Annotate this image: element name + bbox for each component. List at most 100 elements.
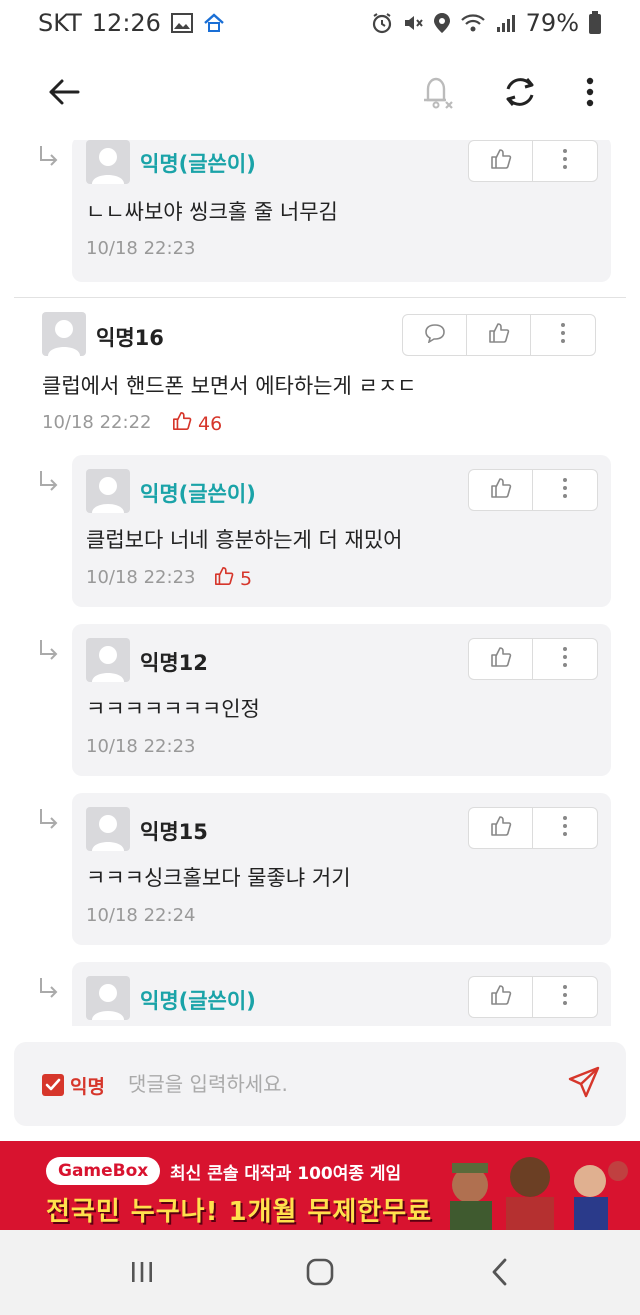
anonymous-checkbox[interactable] [42,1074,64,1096]
divider [14,297,626,298]
like-count-value: 5 [240,567,253,590]
thumbs-up-icon [490,477,512,503]
comment-time: 10/18 22:23 [86,238,196,259]
comment-text: ㄴㄴ싸보야 씽크홀 줄 너무김 [86,200,338,224]
send-button[interactable] [562,1062,606,1106]
comment-actions [468,807,598,849]
comment-actions [402,314,596,356]
home-app-icon [203,12,225,34]
refresh-button[interactable] [498,72,542,116]
like-button[interactable] [469,977,533,1017]
comment-more-button[interactable] [533,977,597,1017]
comment-actions [468,140,598,182]
more-vertical-icon [560,322,566,348]
like-button[interactable] [469,808,533,848]
back-button[interactable] [44,74,84,114]
comment-author: 익명(글쓴이) [140,989,256,1013]
refresh-icon [501,73,539,115]
ad-artwork [450,1157,628,1230]
comment-text: 클럽에서 핸드폰 보면서 에타하는게 ㄹㅈㄷ [42,374,417,398]
comment-author: 익명16 [96,326,164,350]
comment-time: 10/18 22:24 [86,905,196,926]
more-vertical-icon [562,815,568,841]
reply-card: 익명15 ㅋㅋㅋ싱크홀보다 물좋냐 거기 10/18 22:24 [72,793,611,945]
reply-arrow-icon [36,144,62,170]
reply-arrow-icon [36,976,62,1002]
anonymous-label[interactable]: 익명 [70,1072,105,1099]
system-navigation-bar [0,1230,640,1315]
thumbs-up-icon [172,411,192,436]
more-options-button[interactable] [572,72,608,116]
avatar [42,312,86,356]
system-back-button[interactable] [480,1254,520,1294]
ad-banner[interactable]: GameBox 최신 콘솔 대작과 100여종 게임 전국민 누구나! 1개월 … [0,1141,640,1230]
comment-author: 익명(글쓴이) [140,482,256,506]
paper-plane-icon [567,1065,601,1103]
top-navigation [0,52,640,136]
comment-list: 익명(글쓴이) ㄴㄴ싸보야 씽크홀 줄 너무김 10/18 22:23 익명16… [0,140,640,1026]
thumbs-up-icon [488,322,510,348]
comment-text: 클럽보다 너네 흥분하는게 더 재밌어 [86,528,403,552]
comment-input[interactable] [128,1064,548,1104]
more-vertical-icon [562,477,568,503]
like-count: 46 [172,411,222,436]
gallery-icon [170,13,193,33]
comment-input-bar: 익명 [14,1042,626,1126]
clock: 12:26 [91,9,161,37]
comment-more-button[interactable] [531,315,595,355]
comment-more-button[interactable] [533,808,597,848]
avatar [86,140,130,184]
recent-apps-button[interactable] [122,1254,162,1294]
more-vertical-icon [586,77,594,111]
thumbs-up-icon [490,148,512,174]
comment-author: 익명12 [140,651,208,675]
thumbs-up-icon [490,646,512,672]
arrow-left-icon [48,78,80,110]
reply-arrow-icon [36,469,62,495]
battery-icon [588,11,602,35]
carrier-label: SKT [38,9,82,37]
comment-more-button[interactable] [533,639,597,679]
home-icon [305,1257,335,1291]
avatar [86,976,130,1020]
reply-item: 익명15 ㅋㅋㅋ싱크홀보다 물좋냐 거기 10/18 22:24 [0,793,640,945]
comment-time: 10/18 22:23 [86,736,196,757]
status-right: 79% [371,9,602,37]
like-button[interactable] [469,470,533,510]
comment-more-button[interactable] [533,141,597,181]
reply-card: 익명(글쓴이) 클럽보다 너네 흥분하는게 더 재밌어 10/18 22:23 [72,455,611,607]
comment-time: 10/18 22:23 [86,567,196,588]
thumbs-up-icon [490,984,512,1010]
comment-actions [468,469,598,511]
notification-toggle-button[interactable] [414,72,458,116]
signal-icon [495,12,517,34]
battery-percent: 79% [525,9,579,37]
comment-item: 익명16 클럽에서 핸드폰 보면서 에타하는게 ㄹㅈㄷ 10/18 22:22 [0,312,640,436]
comment-more-button[interactable] [533,470,597,510]
ad-tagline: 전국민 누구나! 1개월 무제한무료 [46,1197,433,1227]
more-vertical-icon [562,646,568,672]
avatar [86,638,130,682]
comment-author: 익명(글쓴이) [140,152,256,176]
more-vertical-icon [562,148,568,174]
wifi-icon [460,12,486,34]
avatar [86,807,130,851]
comment-actions [468,638,598,680]
chevron-left-icon [489,1257,511,1291]
avatar [86,469,130,513]
reply-item: 익명(글쓴이) ㄴㄴ싸보야 씽크홀 줄 너무김 10/18 22:23 [0,140,640,286]
reply-item: 익명(글쓴이) 클럽보다 너네 흥분하는게 더 재밌어 10/18 22:23 [0,455,640,607]
like-button[interactable] [467,315,531,355]
thumbs-up-icon [490,815,512,841]
like-button[interactable] [469,639,533,679]
status-bar: SKT 12:26 79% [0,0,640,46]
home-button[interactable] [300,1254,340,1294]
more-vertical-icon [562,984,568,1010]
thumbs-up-icon [214,566,234,591]
like-button[interactable] [469,141,533,181]
comment-time: 10/18 22:22 [42,412,152,433]
status-left: SKT 12:26 [38,9,225,37]
reply-button[interactable] [403,315,467,355]
like-count: 5 [214,566,252,591]
comment-text: ㅋㅋㅋㅋㅋㅋㅋ인정 [86,697,260,721]
